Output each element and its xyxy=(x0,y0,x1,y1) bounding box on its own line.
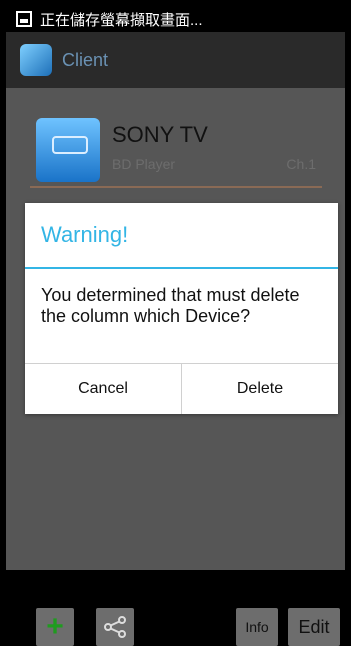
info-label: Info xyxy=(245,619,269,635)
status-bar: 正在儲存螢幕擷取畫面... xyxy=(6,6,345,32)
device-name: SONY TV xyxy=(112,122,208,147)
dialog-title: Warning! xyxy=(25,203,338,269)
device-list-item[interactable]: SONY TV BD Player Ch.1 xyxy=(30,114,322,188)
action-bar: Client xyxy=(6,32,345,88)
share-icon xyxy=(104,616,126,638)
share-button[interactable] xyxy=(96,608,134,646)
info-button[interactable]: Info xyxy=(236,608,278,646)
app-title: Client xyxy=(62,49,109,70)
device-channel: Ch.1 xyxy=(286,156,316,172)
edit-button[interactable]: Edit xyxy=(288,608,340,646)
edit-label: Edit xyxy=(298,616,330,637)
screenshot-icon xyxy=(16,11,32,27)
bd-player-icon xyxy=(36,118,100,182)
delete-button[interactable]: Delete xyxy=(181,364,338,414)
warning-dialog: Warning! You determined that must delete… xyxy=(25,203,338,414)
dialog-actions: Cancel Delete xyxy=(25,363,338,414)
app-logo-icon xyxy=(20,44,52,76)
plus-icon: + xyxy=(46,610,64,643)
status-text: 正在儲存螢幕擷取畫面... xyxy=(40,11,203,29)
dialog-message: You determined that must delete the colu… xyxy=(41,285,300,326)
add-button[interactable]: + xyxy=(36,608,74,646)
cancel-button[interactable]: Cancel xyxy=(25,364,181,414)
disc-icon xyxy=(52,136,88,154)
device-type: BD Player xyxy=(112,156,176,172)
